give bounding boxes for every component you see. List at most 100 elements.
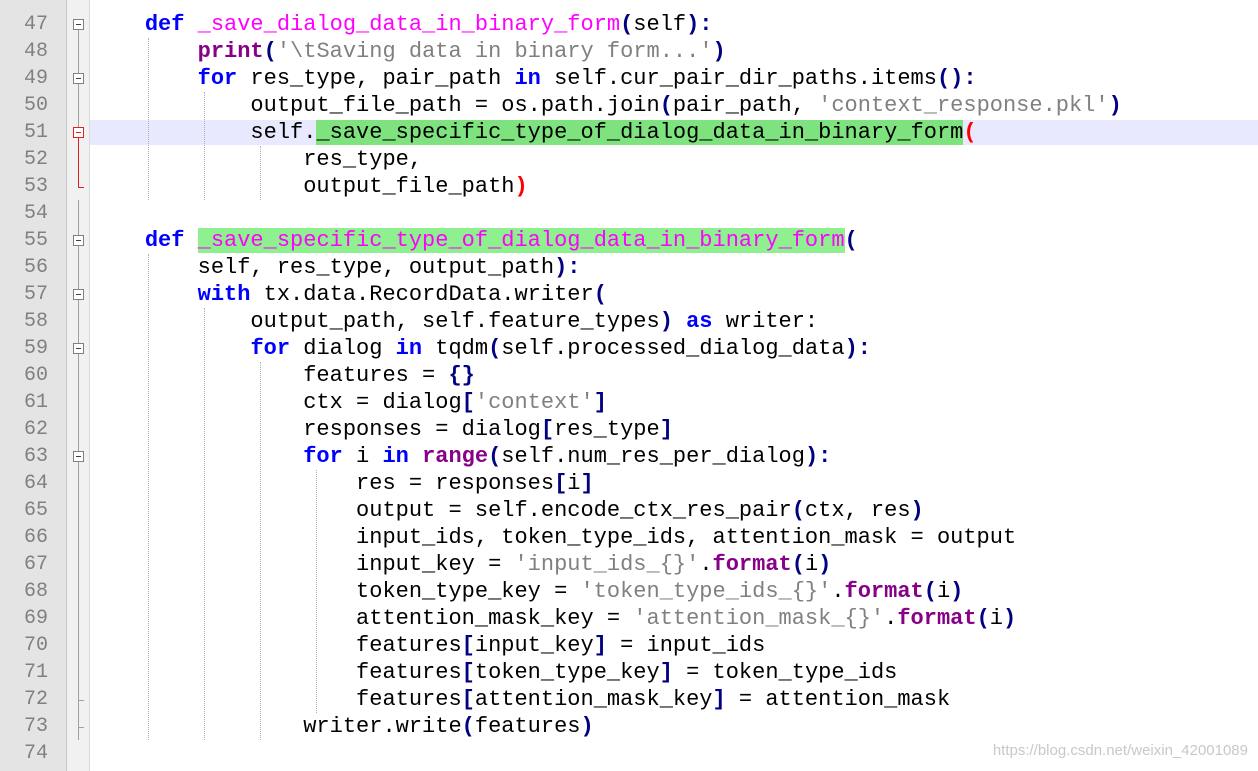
code-token-brace: ( [488, 336, 502, 361]
code-text[interactable]: self._save_specific_type_of_dialog_data_… [92, 119, 977, 146]
code-line[interactable]: 71 features[token_type_key] = token_type… [0, 659, 1258, 686]
code-line[interactable]: 48 print('\tSaving data in binary form..… [0, 38, 1258, 65]
code-text[interactable]: with tx.data.RecordData.writer( [92, 281, 607, 308]
code-text[interactable]: features[input_key] = input_ids [92, 632, 765, 659]
fold-end-marker [78, 187, 84, 188]
code-text[interactable]: writer.write(features) [92, 713, 593, 740]
code-text[interactable]: features = {} [92, 362, 475, 389]
code-line[interactable]: 65 output = self.encode_ctx_res_pair(ctx… [0, 497, 1258, 524]
code-text[interactable]: self, res_type, output_path): [92, 254, 581, 281]
code-line[interactable]: 61 ctx = dialog['context'] [0, 389, 1258, 416]
code-line[interactable]: 56 self, res_type, output_path): [0, 254, 1258, 281]
code-token-brace: ): [804, 444, 832, 469]
code-token: pair_path, [672, 93, 819, 118]
code-token-brace: [ [461, 660, 475, 685]
code-line[interactable]: 60 features = {} [0, 362, 1258, 389]
code-token: output_file_path [92, 174, 515, 199]
code-text[interactable]: features[attention_mask_key] = attention… [92, 686, 950, 713]
code-line[interactable]: 54 [0, 200, 1258, 227]
code-text[interactable]: res = responses[i] [92, 470, 594, 497]
fold-line [78, 146, 79, 173]
fold-line [78, 389, 79, 416]
code-line[interactable]: 58 output_path, self.feature_types) as w… [0, 308, 1258, 335]
fold-line [78, 700, 79, 713]
fold-line [78, 632, 79, 659]
code-text[interactable]: ctx = dialog['context'] [92, 389, 607, 416]
code-text[interactable]: def _save_dialog_data_in_binary_form(sel… [92, 11, 713, 38]
code-line[interactable]: 64 res = responses[i] [0, 470, 1258, 497]
code-text[interactable]: for i in range(self.num_res_per_dialog): [92, 443, 831, 470]
fold-line [78, 659, 79, 686]
code-line[interactable]: 70 features[input_key] = input_ids [0, 632, 1258, 659]
fold-toggle-icon[interactable] [73, 127, 84, 138]
code-line[interactable]: 47 def _save_dialog_data_in_binary_form(… [0, 11, 1258, 38]
code-text[interactable]: output = self.encode_ctx_res_pair(ctx, r… [92, 497, 924, 524]
code-text[interactable]: responses = dialog[res_type] [92, 416, 673, 443]
code-token-brace: [ [461, 633, 475, 658]
code-text[interactable]: for dialog in tqdm(self.processed_dialog… [92, 335, 871, 362]
line-number: 49 [23, 67, 48, 90]
code-text[interactable]: attention_mask_key = 'attention_mask_{}'… [92, 605, 1016, 632]
fold-toggle-icon[interactable] [73, 235, 84, 246]
code-text[interactable]: output_file_path = os.path.join(pair_pat… [92, 92, 1121, 119]
code-token: . [884, 606, 898, 631]
code-token: features [474, 714, 581, 739]
fold-line [78, 138, 79, 146]
code-line[interactable]: 50 output_file_path = os.path.join(pair_… [0, 92, 1258, 119]
code-token-brace: ( [844, 228, 858, 253]
code-line[interactable]: 51 self._save_specific_type_of_dialog_da… [0, 119, 1258, 146]
indent-guide [148, 38, 149, 200]
code-text[interactable]: print('\tSaving data in binary form...') [92, 38, 726, 65]
line-number: 61 [23, 391, 48, 414]
fold-toggle-icon[interactable] [73, 19, 84, 30]
code-editor[interactable]: 47 def _save_dialog_data_in_binary_form(… [0, 0, 1258, 771]
code-token-brace: {} [448, 363, 475, 388]
code-text[interactable]: res_type, [92, 146, 422, 173]
line-number: 54 [23, 202, 48, 225]
code-token-brace: ( [791, 552, 805, 577]
code-text[interactable]: input_key = 'input_ids_{}'.format(i) [92, 551, 831, 578]
code-token-brace: ] [659, 417, 673, 442]
code-line[interactable]: 49 for res_type, pair_path in self.cur_p… [0, 65, 1258, 92]
code-token-kw2: format [844, 579, 924, 604]
code-token-str: '\tSaving data in binary form...' [276, 39, 713, 64]
code-line[interactable]: 68 token_type_key = 'token_type_ids_{}'.… [0, 578, 1258, 605]
code-text[interactable]: output_file_path) [92, 173, 527, 200]
code-text[interactable]: for res_type, pair_path in self.cur_pair… [92, 65, 977, 92]
code-line[interactable]: 67 input_key = 'input_ids_{}'.format(i) [0, 551, 1258, 578]
fold-line [78, 524, 79, 551]
code-token: input_key = [92, 552, 515, 577]
fold-toggle-icon[interactable] [73, 451, 84, 462]
code-token-brace: ] [593, 633, 607, 658]
fold-line [78, 362, 79, 389]
fold-line [78, 84, 79, 92]
code-line[interactable]: 72 features[attention_mask_key] = attent… [0, 686, 1258, 713]
code-token: features = [92, 363, 449, 388]
code-line[interactable]: 57 with tx.data.RecordData.writer( [0, 281, 1258, 308]
code-text[interactable]: input_ids, token_type_ids, attention_mas… [92, 524, 1016, 551]
code-line[interactable]: 69 attention_mask_key = 'attention_mask_… [0, 605, 1258, 632]
code-line[interactable]: 53 output_file_path) [0, 173, 1258, 200]
fold-line [78, 308, 79, 335]
code-token: i [342, 444, 383, 469]
code-text[interactable]: token_type_key = 'token_type_ids_{}'.for… [92, 578, 963, 605]
code-token: self.processed_dialog_data [501, 336, 845, 361]
code-line[interactable]: 62 responses = dialog[res_type] [0, 416, 1258, 443]
code-text[interactable]: def _save_specific_type_of_dialog_data_i… [92, 227, 858, 254]
fold-line [78, 713, 79, 727]
code-line[interactable]: 63 for i in range(self.num_res_per_dialo… [0, 443, 1258, 470]
code-token-brace-red: ( [963, 120, 977, 145]
code-token: res = responses [92, 471, 555, 496]
code-line[interactable]: 52 res_type, [0, 146, 1258, 173]
code-line[interactable]: 66 input_ids, token_type_ids, attention_… [0, 524, 1258, 551]
code-text[interactable]: features[token_type_key] = token_type_id… [92, 659, 897, 686]
code-line[interactable]: 55 def _save_specific_type_of_dialog_dat… [0, 227, 1258, 254]
code-text[interactable]: output_path, self.feature_types) as writ… [92, 308, 818, 335]
code-line[interactable]: 73 writer.write(features) [0, 713, 1258, 740]
code-line[interactable]: 59 for dialog in tqdm(self.processed_dia… [0, 335, 1258, 362]
fold-toggle-icon[interactable] [73, 343, 84, 354]
fold-toggle-icon[interactable] [73, 73, 84, 84]
fold-toggle-icon[interactable] [73, 289, 84, 300]
